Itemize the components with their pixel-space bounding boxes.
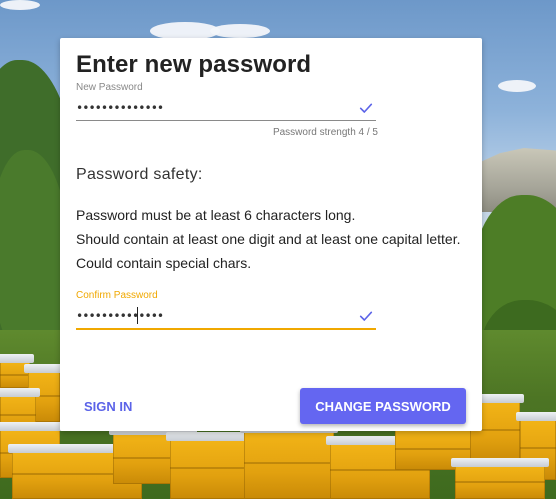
cloud: [498, 80, 536, 92]
checkmark-icon: [359, 311, 373, 321]
password-strength-text: Password strength 4 / 5: [272, 127, 378, 138]
reset-password-card: Enter new password New Password Password…: [60, 38, 482, 431]
new-password-input[interactable]: [76, 97, 376, 119]
cloud: [0, 0, 40, 10]
change-password-button[interactable]: CHANGE PASSWORD: [300, 388, 466, 424]
text-caret: [137, 307, 138, 324]
beehive: [166, 432, 249, 499]
password-rule: Should contain at least one digit and at…: [76, 231, 461, 247]
beehive: [240, 424, 338, 499]
password-safety-heading: Password safety:: [76, 166, 203, 183]
password-rule: Could contain special chars.: [76, 255, 252, 271]
password-rule: Password must be at least 6 characters l…: [76, 207, 356, 223]
sign-in-button[interactable]: SIGN IN: [74, 390, 144, 422]
confirm-password-label: Confirm Password: [76, 290, 158, 301]
new-password-underline: [76, 120, 376, 121]
confirm-password-underline: [76, 328, 376, 330]
checkmark-icon: [359, 103, 373, 113]
new-password-label: New Password: [76, 82, 143, 93]
page-title: Enter new password: [76, 51, 312, 78]
confirm-password-input[interactable]: [76, 305, 376, 327]
beehive: [451, 458, 549, 499]
cloud: [210, 24, 270, 38]
